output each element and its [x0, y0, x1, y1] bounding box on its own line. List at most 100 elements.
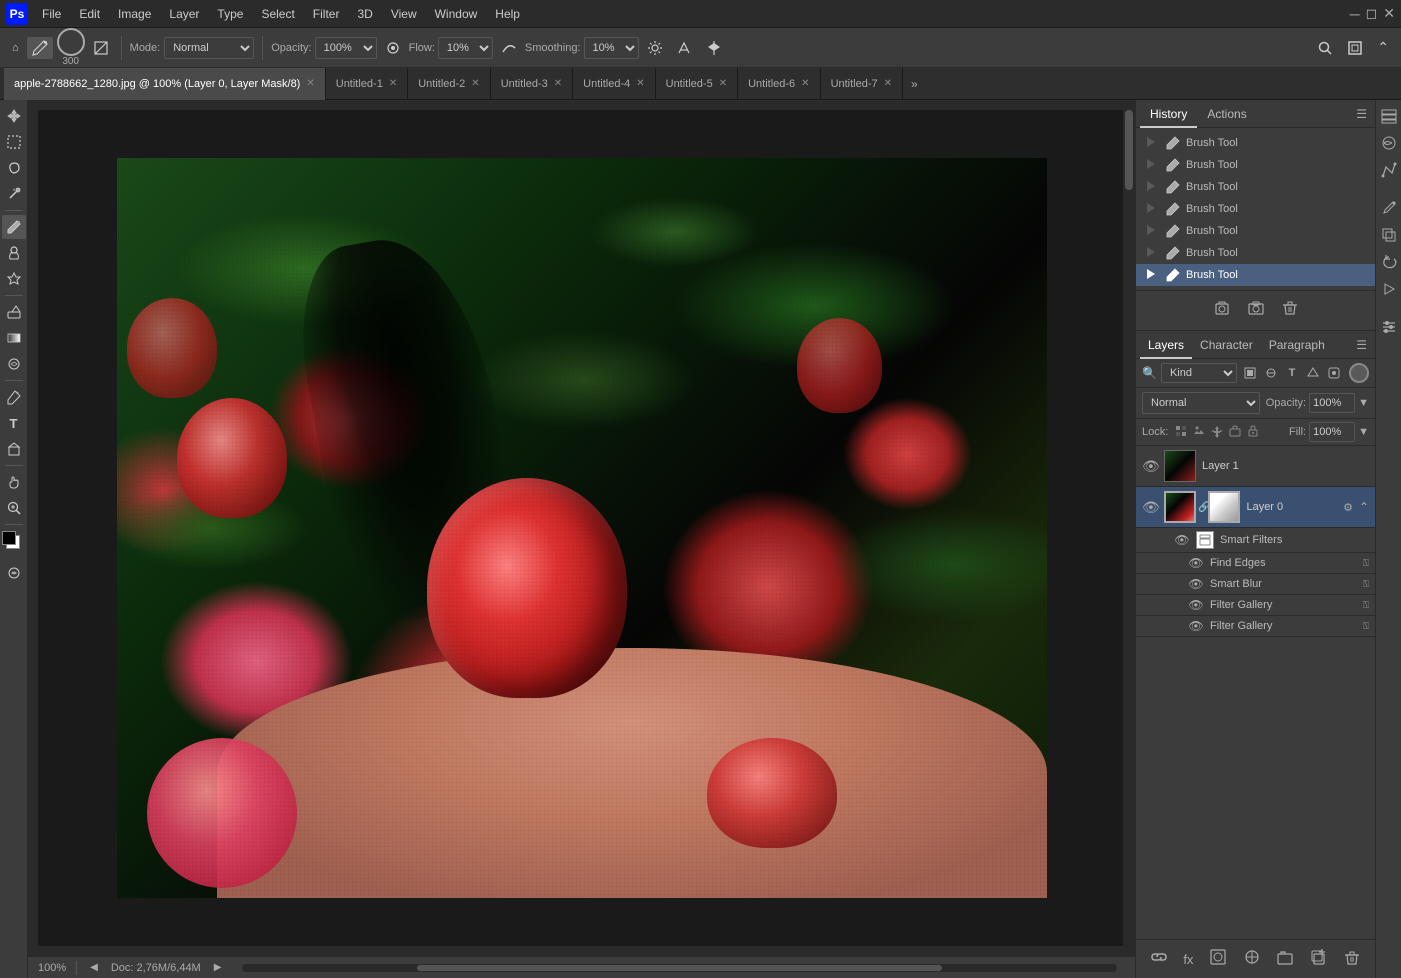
menu-layer[interactable]: Layer [161, 5, 207, 23]
smart-blur-eye[interactable]: 👁 [1188, 577, 1204, 591]
frame-btn[interactable] [1343, 38, 1367, 58]
panels-icon-1[interactable] [1377, 104, 1401, 128]
history-tab[interactable]: History [1140, 100, 1197, 128]
history-camera-btn[interactable] [1243, 297, 1269, 324]
menu-edit[interactable]: Edit [71, 5, 108, 23]
smoothing-select[interactable]: 10% [584, 37, 639, 59]
tool-blur[interactable] [2, 352, 26, 376]
tool-hand[interactable] [2, 470, 26, 494]
actions-tab[interactable]: Actions [1197, 100, 1256, 128]
tab-untitled2[interactable]: Untitled-2 ✕ [408, 68, 490, 100]
panels-icon-adjustments[interactable] [1377, 315, 1401, 339]
minimize-btn[interactable]: ─ [1350, 6, 1360, 22]
status-nav-prev[interactable]: ◀ [87, 962, 101, 973]
smart-blur-adj-icon[interactable]: ⍂ [1363, 579, 1369, 590]
menu-image[interactable]: Image [110, 5, 159, 23]
tab-untitled6-close[interactable]: ✕ [801, 78, 809, 89]
tab-untitled7[interactable]: Untitled-7 ✕ [821, 68, 903, 100]
canvas-image[interactable] [117, 158, 1047, 898]
filter-toggle[interactable] [1349, 363, 1369, 383]
sublayer-smart-blur[interactable]: 👁 Smart Blur ⍂ [1136, 574, 1375, 595]
vertical-scrollbar-thumb[interactable] [1125, 110, 1133, 190]
settings-btn[interactable] [643, 38, 667, 58]
layers-panel-options[interactable]: ☰ [1352, 338, 1371, 352]
lock-artboard-icon[interactable] [1228, 424, 1242, 441]
tool-select-rect[interactable] [2, 130, 26, 154]
brush-size-preview[interactable] [57, 28, 85, 56]
opacity-select[interactable]: 100% [315, 37, 377, 59]
maximize-btn[interactable]: ◻ [1366, 5, 1378, 22]
brush-tool-btn[interactable] [27, 37, 53, 59]
tab-untitled4[interactable]: Untitled-4 ✕ [573, 68, 655, 100]
menu-type[interactable]: Type [209, 5, 251, 23]
add-mask-btn[interactable] [1205, 946, 1231, 972]
tool-gradient[interactable] [2, 326, 26, 350]
add-group-btn[interactable] [1272, 946, 1298, 972]
history-delete-btn[interactable] [1277, 297, 1303, 324]
tab-untitled1[interactable]: Untitled-1 ✕ [326, 68, 408, 100]
lock-position-icon[interactable] [1210, 424, 1224, 441]
panels-icon-channels[interactable] [1377, 131, 1401, 155]
history-new-snapshot-btn[interactable] [1209, 297, 1235, 324]
layer-item-0[interactable]: 👁 🔗 Layer 0 ⚙ ⌃ [1136, 487, 1375, 528]
filter-shape-icon[interactable] [1304, 364, 1322, 382]
menu-3d[interactable]: 3D [349, 5, 380, 23]
tab-main-close[interactable]: ✕ [306, 78, 314, 89]
filter-adjust-icon[interactable] [1262, 364, 1280, 382]
panels-icon-history[interactable] [1377, 250, 1401, 274]
lock-transparent-icon[interactable] [1174, 424, 1188, 441]
tab-main[interactable]: apple-2788662_1280.jpg @ 100% (Layer 0, … [4, 68, 326, 100]
menu-window[interactable]: Window [427, 5, 486, 23]
history-item-7[interactable]: Brush Tool [1136, 264, 1375, 286]
sublayer-find-edges[interactable]: 👁 Find Edges ⍂ [1136, 553, 1375, 574]
layer-0-eye[interactable]: 👁 [1142, 499, 1158, 516]
filter-smart-icon[interactable] [1325, 364, 1343, 382]
home-btn[interactable]: ⌂ [8, 40, 23, 56]
expand-btn[interactable]: ⌃ [1373, 37, 1393, 58]
tool-heal[interactable] [2, 267, 26, 291]
history-item-2[interactable]: Brush Tool [1136, 154, 1375, 176]
tab-untitled6[interactable]: Untitled-6 ✕ [738, 68, 820, 100]
delete-layer-btn[interactable] [1339, 946, 1365, 972]
brush-mode-btn[interactable] [89, 38, 113, 58]
filter-gallery-1-eye[interactable]: 👁 [1188, 598, 1204, 612]
menu-filter[interactable]: Filter [305, 5, 348, 23]
filter-gallery-2-adj-icon[interactable]: ⍂ [1363, 621, 1369, 632]
tool-magic-wand[interactable] [2, 182, 26, 206]
color-swatches[interactable] [2, 531, 26, 555]
layer-blend-mode-select[interactable]: Normal [1142, 392, 1260, 414]
panels-icon-brushes[interactable] [1377, 196, 1401, 220]
layer-effects-btn[interactable]: fx [1179, 949, 1197, 970]
opacity-chevron[interactable]: ▼ [1358, 397, 1369, 409]
close-btn[interactable]: ✕ [1383, 5, 1395, 22]
sublayer-filter-gallery-1[interactable]: 👁 Filter Gallery ⍂ [1136, 595, 1375, 616]
panels-icon-actions[interactable] [1377, 277, 1401, 301]
find-edges-adj-icon[interactable]: ⍂ [1363, 558, 1369, 569]
history-item-3[interactable]: Brush Tool [1136, 176, 1375, 198]
vertical-scrollbar[interactable] [1123, 100, 1135, 956]
symmetry-btn[interactable] [701, 37, 727, 59]
horizontal-scrollbar-thumb[interactable] [417, 965, 942, 971]
filter-gallery-2-eye[interactable]: 👁 [1188, 619, 1204, 633]
tab-untitled5[interactable]: Untitled-5 ✕ [656, 68, 738, 100]
tool-stamp[interactable] [2, 241, 26, 265]
tab-untitled1-close[interactable]: ✕ [389, 78, 397, 89]
fg-color[interactable] [2, 531, 16, 545]
tool-move[interactable] [2, 104, 26, 128]
panels-icon-paths[interactable] [1377, 158, 1401, 182]
menu-view[interactable]: View [383, 5, 425, 23]
smoothing-toggle-btn[interactable] [497, 38, 521, 58]
flow-select[interactable]: 10% [438, 37, 493, 59]
horizontal-scrollbar[interactable] [242, 964, 1117, 972]
pen-pressure-btn[interactable] [671, 37, 697, 59]
canvas-scroll[interactable] [28, 100, 1135, 956]
tool-pen[interactable] [2, 385, 26, 409]
layers-tab[interactable]: Layers [1140, 331, 1192, 359]
menu-select[interactable]: Select [253, 5, 302, 23]
tab-untitled4-close[interactable]: ✕ [636, 78, 644, 89]
tab-untitled2-close[interactable]: ✕ [471, 78, 479, 89]
new-layer-btn[interactable] [1306, 946, 1332, 972]
tool-text[interactable]: T [2, 411, 26, 435]
lock-image-icon[interactable] [1192, 424, 1206, 441]
history-item-4[interactable]: Brush Tool [1136, 198, 1375, 220]
